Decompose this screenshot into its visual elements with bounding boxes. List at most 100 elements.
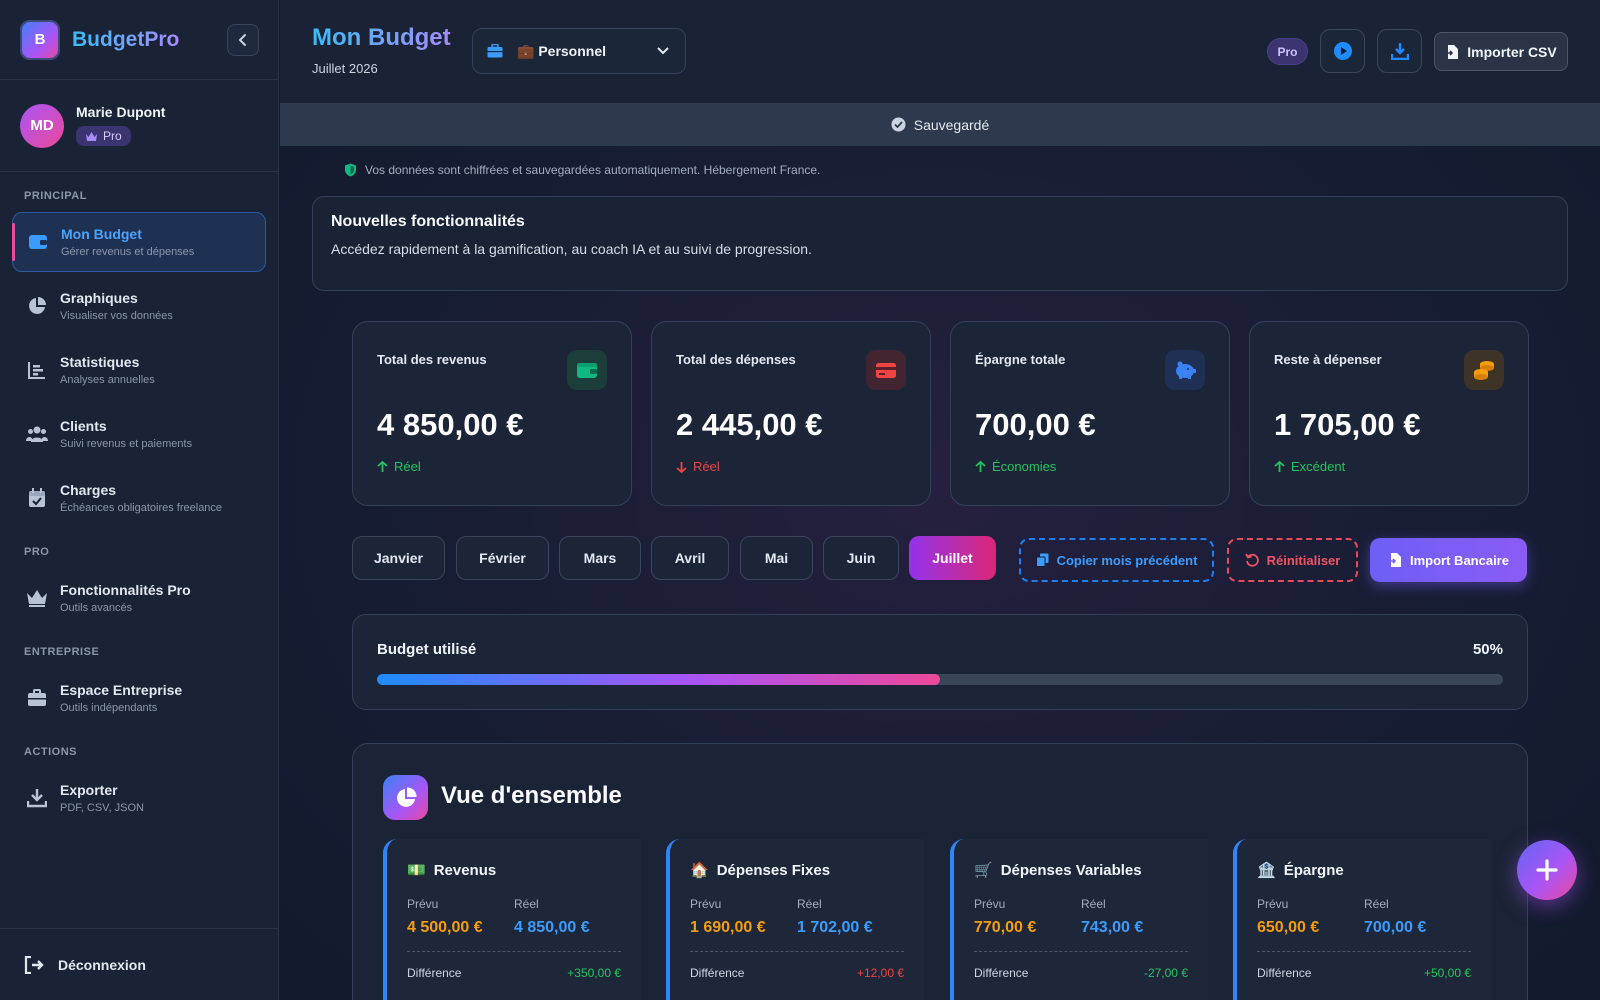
sidebar-item-subtitle: Analyses annuelles [60,374,155,386]
month-tab-fevrier[interactable]: Février [456,536,549,580]
plus-icon [1536,859,1558,881]
sidebar-item-charges[interactable]: Charges Échéances obligatoires freelance [12,468,266,528]
check-circle-icon [891,117,906,132]
bar-chart-icon [26,359,48,381]
month-tab-juin[interactable]: Juin [823,536,899,580]
stat-trend: Excédent [1274,459,1504,474]
actual-value: 4 850,00 € [514,919,590,936]
overview-title: Vue d'ensemble [441,782,622,809]
pie-chart-icon [383,775,428,820]
month-tab-juillet[interactable]: Juillet [909,536,996,580]
actual-value: 700,00 € [1364,919,1427,936]
bank-import-button[interactable]: Import Bancaire [1370,538,1527,582]
logout-icon [24,955,44,974]
crown-icon [26,587,48,609]
logout-label: Déconnexion [58,956,146,973]
sidebar-item-exporter[interactable]: Exporter PDF, CSV, JSON [12,768,266,828]
feature-banner-title: Nouvelles fonctionnalités [331,213,525,230]
section-label-principal: PRINCIPAL [24,190,87,202]
app-logo[interactable]: B [20,19,60,60]
arrow-down-icon [676,461,687,473]
download-button[interactable] [1377,29,1422,73]
category-title: Revenus [433,861,497,879]
logout-button[interactable]: Déconnexion [0,928,279,1000]
add-transaction-button[interactable] [1517,840,1577,900]
stat-card-depenses: Total des dépenses 2 445,00 € Réel [651,321,931,506]
file-import-icon [1445,44,1459,59]
planned-value: 4 500,00 € [407,919,483,936]
sidebar-item-title: Statistiques [60,354,140,370]
money-icon: 💵 [407,862,426,879]
month-tab-mars[interactable]: Mars [559,536,641,580]
bank-import-label: Import Bancaire [1410,552,1509,568]
pro-badge-label: Pro [103,129,122,144]
sidebar-item-statistiques[interactable]: Statistiques Analyses annuelles [12,340,266,400]
coins-icon [1464,350,1504,390]
reset-button[interactable]: Réinitialiser [1227,538,1358,582]
difference-label: Différence [407,966,462,980]
stat-trend-label: Réel [394,459,421,474]
security-note-text: Vos données sont chiffrées et sauvegardé… [365,163,821,177]
top-header: Mon Budget Juillet 2026 💼 Personnel Pro … [280,0,1600,103]
stat-trend: Économies [975,459,1205,474]
actual-label: Réel [797,897,822,911]
play-tutorial-button[interactable] [1320,29,1365,73]
category-card-epargne: 🏦 Épargne Prévu 650,00 € Réel 700,00 € Diff… [1233,839,1491,1000]
page-date: Juillet 2026 [312,61,378,76]
undo-icon [1244,553,1259,567]
page-title: Mon Budget [312,24,451,51]
sidebar-item-title: Espace Entreprise [60,682,183,698]
sidebar-item-graphiques[interactable]: Graphiques Visualiser vos données [12,276,266,336]
stat-trend-label: Économies [992,459,1057,474]
collapse-sidebar-button[interactable] [227,24,259,56]
difference-value: +12,00 € [856,966,904,980]
budget-usage-card: Budget utilisé 50% [352,614,1528,710]
month-tab-janvier[interactable]: Janvier [352,536,445,580]
stat-value: 700,00 € [975,407,1096,442]
copy-previous-month-button[interactable]: Copier mois précédent [1019,538,1214,582]
difference-value: +50,00 € [1423,966,1471,980]
credit-card-icon [866,350,906,390]
actual-label: Réel [514,897,539,911]
section-label-actions: ACTIONS [24,746,77,758]
download-icon [26,787,48,809]
wallet-icon [27,231,49,253]
user-profile[interactable]: MD Marie Dupont Pro [0,80,278,172]
import-csv-button[interactable]: Importer CSV [1434,32,1568,71]
sidebar-item-title: Mon Budget [61,226,142,242]
month-tab-mai[interactable]: Mai [740,536,813,580]
sidebar-item-title: Graphiques [60,290,138,306]
sidebar-item-mon-budget[interactable]: Mon Budget Gérer revenus et dépenses [12,212,266,272]
bank-icon: 🏦 [1257,862,1276,879]
sidebar-item-title: Charges [60,482,117,498]
sidebar-item-clients[interactable]: Clients Suivi revenus et paiements [12,404,266,464]
sidebar-item-espace-entreprise[interactable]: Espace Entreprise Outils indépendants [12,668,266,728]
actual-value: 743,00 € [1081,919,1144,936]
feature-banner[interactable]: Nouvelles fonctionnalités Accédez rapide… [312,196,1568,291]
sidebar: B BudgetPro MD Marie Dupont Pro PRINCIPA… [0,0,279,1000]
briefcase-icon [26,687,48,709]
sidebar-item-subtitle: Visualiser vos données [60,310,173,322]
sidebar-item-subtitle: Échéances obligatoires freelance [60,502,223,514]
sidebar-item-fonctionnalites-pro[interactable]: Fonctionnalités Pro Outils avancés [12,568,266,628]
category-card-depenses-variables: 🛒 Dépenses Variables Prévu 770,00 € Réel 74… [950,839,1208,1000]
arrow-up-icon [975,460,986,472]
copy-previous-month-label: Copier mois précédent [1056,552,1198,568]
stat-trend: Réel [377,459,607,474]
stat-trend-label: Excédent [1291,459,1346,474]
category-card-revenus: 💵 Revenus Prévu 4 500,00 € Réel 4 850,00 € … [383,839,641,1000]
section-label-pro: PRO [24,546,50,558]
sidebar-item-title: Exporter [60,782,118,798]
category-card-depenses-fixes: 🏠 Dépenses Fixes Prévu 1 690,00 € Réel 1 70… [666,839,924,1000]
category-title: Dépenses Fixes [716,861,831,879]
file-import-icon [1388,553,1401,567]
budget-progress-fill [377,674,940,685]
budget-usage-label: Budget utilisé [377,641,477,658]
difference-label: Différence [690,966,745,980]
download-icon [1390,43,1409,60]
profile-select[interactable]: 💼 Personnel [472,28,686,74]
sidebar-item-subtitle: Gérer revenus et dépenses [61,246,195,258]
planned-label: Prévu [974,897,1006,911]
app-name: BudgetPro [72,27,180,51]
month-tab-avril[interactable]: Avril [651,536,729,580]
